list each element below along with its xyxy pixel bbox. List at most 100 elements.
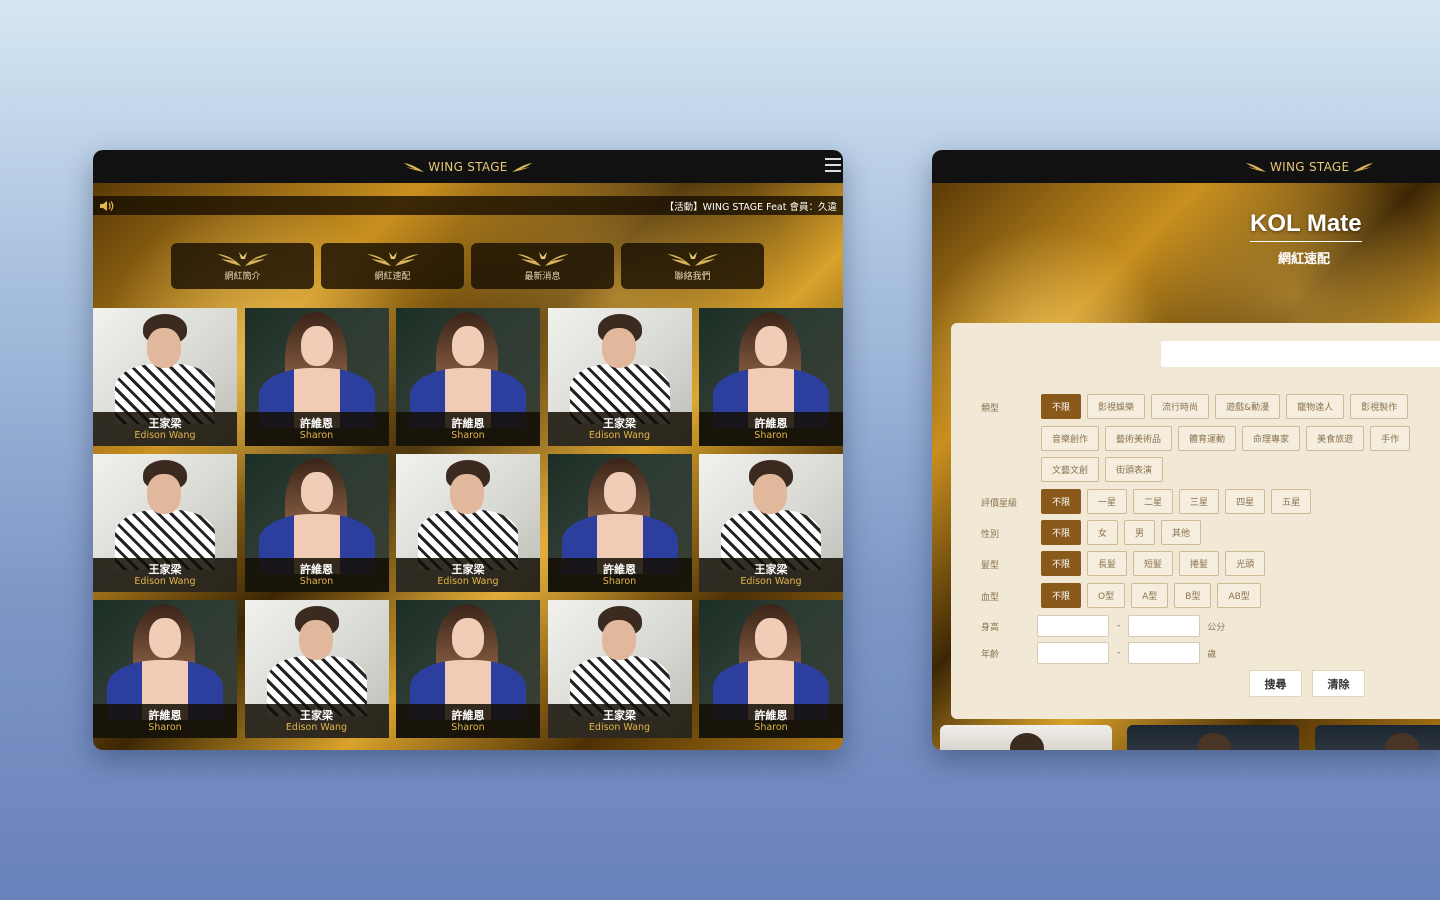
- announcement-text[interactable]: 【活動】WING STAGE Feat 會員：久違: [665, 199, 837, 213]
- height-max-input[interactable]: [1128, 615, 1201, 637]
- filter-label: 性別: [981, 530, 1000, 540]
- wing-stage-logo[interactable]: WING STAGE: [403, 160, 532, 174]
- kol-name-zh: 王家梁: [148, 416, 182, 430]
- filter-option[interactable]: 光頭: [1225, 551, 1266, 576]
- filter-option[interactable]: 五星: [1271, 489, 1312, 514]
- filter-option[interactable]: 藝術美術品: [1105, 426, 1173, 451]
- age-label: 年齡: [981, 650, 1000, 660]
- filter-option[interactable]: AB型: [1217, 583, 1261, 608]
- filter-option[interactable]: 美食旅遊: [1306, 426, 1365, 451]
- kol-name-zh: 王家梁: [451, 562, 485, 576]
- main-area: 【活動】WING STAGE Feat 會員：久違 網紅簡介 網紅速配 最新消息 聯絡…: [93, 183, 843, 750]
- filter-option[interactable]: B型: [1174, 583, 1212, 608]
- filter-option[interactable]: 三星: [1179, 489, 1220, 514]
- kol-caption: 許維恩 Sharon: [396, 704, 540, 738]
- kol-name-zh: 王家梁: [300, 708, 333, 722]
- filter-option[interactable]: 女: [1087, 520, 1119, 545]
- search-input[interactable]: [1161, 341, 1440, 367]
- kol-card[interactable]: 許維恩 Sharon: [396, 308, 540, 446]
- filter-option[interactable]: 不限: [1041, 583, 1082, 608]
- nav-label: 聯絡我們: [674, 272, 711, 282]
- filter-option[interactable]: 街頭表演: [1105, 457, 1164, 482]
- speaker-icon: [99, 199, 117, 212]
- age-max-input[interactable]: [1128, 642, 1201, 664]
- hero-area: KOL Mate 網紅速配 類型 不限 影視娛樂 流行時尚 遊戲&動漫 寵物達人 影視製作音…: [932, 183, 1440, 750]
- nav-button[interactable]: 網紅簡介: [171, 243, 314, 289]
- result-card[interactable]: [940, 725, 1112, 750]
- kol-card[interactable]: 王家梁 Edison Wang: [93, 454, 237, 592]
- kol-caption: 王家梁 Edison Wang: [244, 704, 389, 738]
- filter-option[interactable]: 手作: [1370, 426, 1411, 451]
- kol-name-en: Sharon: [451, 721, 485, 733]
- kol-card[interactable]: 許維恩 Sharon: [396, 600, 540, 738]
- filter-label: 評價星級: [981, 499, 1018, 509]
- kol-card[interactable]: 許維恩 Sharon: [244, 308, 389, 446]
- filter-options: 不限 長髮 短髮 捲髮 光頭: [1041, 551, 1266, 576]
- kol-card[interactable]: 王家梁 Edison Wang: [396, 454, 540, 592]
- search-button[interactable]: 搜尋: [1249, 670, 1302, 697]
- kol-caption: 許維恩 Sharon: [699, 412, 843, 446]
- filter-option[interactable]: 一星: [1087, 489, 1128, 514]
- kol-caption: 許維恩 Sharon: [93, 704, 237, 738]
- kol-card[interactable]: 王家梁 Edison Wang: [547, 600, 692, 738]
- kol-caption: 許維恩 Sharon: [547, 558, 692, 592]
- wing-crest-icon: [366, 252, 419, 266]
- kol-name-en: Edison Wang: [740, 575, 802, 587]
- kol-card[interactable]: 王家梁 Edison Wang: [93, 308, 237, 446]
- left-browser-window: WING STAGE 【活動】WING STAGE Feat 會員：久違 網紅簡…: [93, 150, 843, 750]
- filter-option[interactable]: 不限: [1041, 551, 1082, 576]
- kol-card[interactable]: 王家梁 Edison Wang: [547, 308, 692, 446]
- filter-option[interactable]: 流行時尚: [1151, 394, 1210, 419]
- result-card[interactable]: [1315, 725, 1440, 750]
- filter-option[interactable]: 捲髮: [1179, 551, 1220, 576]
- nav-button[interactable]: 最新消息: [471, 243, 614, 289]
- kol-name-en: Edison Wang: [134, 575, 196, 587]
- filter-option[interactable]: A型: [1131, 583, 1169, 608]
- filter-option[interactable]: 影視娛樂: [1087, 394, 1146, 419]
- wing-crest-icon: [516, 252, 569, 266]
- height-min-input[interactable]: [1037, 615, 1109, 637]
- wing-stage-logo[interactable]: WING STAGE: [1245, 160, 1374, 174]
- filter-option[interactable]: 影視製作: [1350, 394, 1409, 419]
- kol-name-zh: 王家梁: [754, 562, 788, 576]
- filter-option[interactable]: 不限: [1041, 394, 1082, 419]
- kol-caption: 王家梁 Edison Wang: [699, 558, 843, 592]
- filter-options: 不限 影視娛樂 流行時尚 遊戲&動漫 寵物達人 影視製作: [1041, 394, 1409, 419]
- kol-name-zh: 許維恩: [603, 562, 636, 576]
- nav-button[interactable]: 網紅速配: [321, 243, 464, 289]
- nav-button[interactable]: 聯絡我們: [621, 243, 764, 289]
- hamburger-menu-icon[interactable]: [825, 158, 841, 172]
- age-unit: 歲: [1207, 649, 1217, 660]
- kol-name-en: Edison Wang: [588, 429, 651, 441]
- clear-button[interactable]: 清除: [1312, 670, 1365, 697]
- kol-card[interactable]: 許維恩 Sharon: [93, 600, 237, 738]
- filter-option[interactable]: 其他: [1161, 520, 1202, 545]
- filter-option[interactable]: 文藝文創: [1041, 457, 1100, 482]
- kol-card[interactable]: 許維恩 Sharon: [244, 454, 389, 592]
- filter-option[interactable]: 遊戲&動漫: [1215, 394, 1281, 419]
- age-min-input[interactable]: [1037, 642, 1109, 664]
- filter-option[interactable]: 短髮: [1133, 551, 1174, 576]
- result-card[interactable]: [1127, 725, 1299, 750]
- wing-crest-icon: [216, 252, 269, 266]
- filter-option[interactable]: 二星: [1133, 489, 1174, 514]
- kol-card[interactable]: 許維恩 Sharon: [699, 308, 843, 446]
- filter-option[interactable]: 寵物達人: [1286, 394, 1345, 419]
- filter-option[interactable]: 長髮: [1087, 551, 1128, 576]
- kol-card[interactable]: 許維恩 Sharon: [699, 600, 843, 738]
- filter-option[interactable]: 命理專家: [1242, 426, 1301, 451]
- filter-option[interactable]: 不限: [1041, 489, 1082, 514]
- kol-card[interactable]: 王家梁 Edison Wang: [699, 454, 843, 592]
- kol-card[interactable]: 許維恩 Sharon: [547, 454, 692, 592]
- filter-option[interactable]: 男: [1124, 520, 1156, 545]
- kol-name-en: Sharon: [754, 429, 788, 441]
- filter-option[interactable]: O型: [1087, 583, 1126, 608]
- kol-card[interactable]: 王家梁 Edison Wang: [244, 600, 389, 738]
- filter-option[interactable]: 音樂創作: [1041, 426, 1100, 451]
- title-divider: [1250, 241, 1362, 242]
- kol-caption: 許維恩 Sharon: [244, 558, 389, 592]
- filter-option[interactable]: 體育運動: [1178, 426, 1237, 451]
- filter-option[interactable]: 不限: [1041, 520, 1082, 545]
- filter-label: 類型: [981, 404, 1000, 414]
- filter-option[interactable]: 四星: [1225, 489, 1266, 514]
